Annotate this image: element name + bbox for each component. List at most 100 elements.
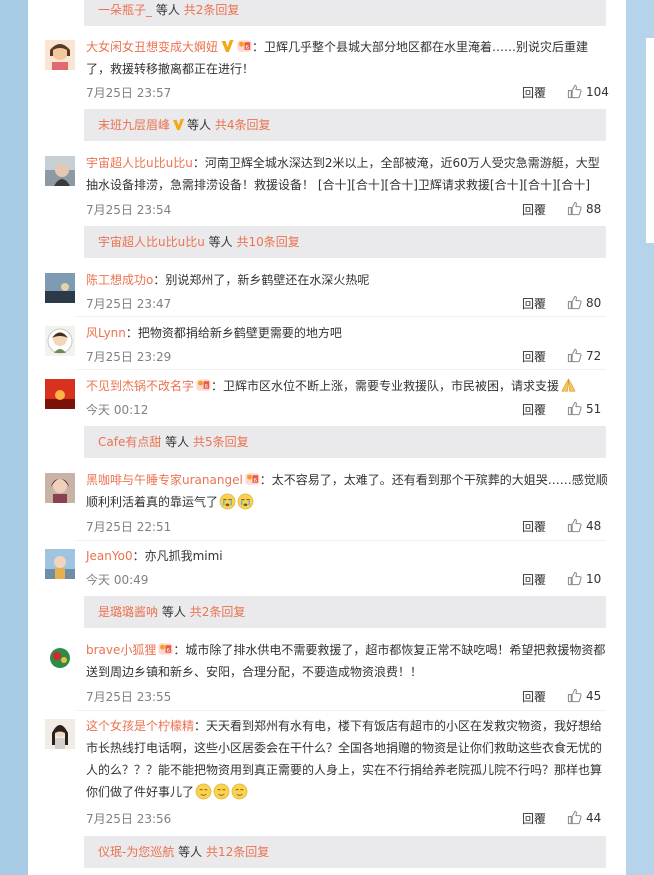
comment-item: 黑咖啡与午睡专家uranangel ：太不容易了，太难了。还有看到那个干殡葬的大姐… xyxy=(28,470,626,540)
comment-username[interactable]: 黑咖啡与午睡专家uranangel xyxy=(86,473,243,487)
reply-count-link[interactable]: 共4条回复 xyxy=(215,118,271,132)
comment-text: 陈工想成功o：别说郑州了，新乡鹤壁还在水深火热呢 xyxy=(86,269,610,291)
smile-emoji-icon xyxy=(213,783,230,800)
fan-badge-icon xyxy=(158,642,173,656)
comment-body: ：把物资都捐给新乡鹤壁更需要的地方吧 xyxy=(125,326,342,340)
like-button[interactable]: 104 xyxy=(567,84,609,99)
like-count: 48 xyxy=(586,519,602,533)
like-button[interactable]: 10 xyxy=(567,571,601,586)
divider xyxy=(76,369,606,370)
reply-thread-summary[interactable]: 宇宙超人比u比u比u 等人 共10条回复 xyxy=(84,226,606,258)
pray-emoji-icon xyxy=(560,377,577,394)
side-panel-edge xyxy=(646,38,654,243)
reply-button[interactable]: 回覆 xyxy=(522,810,546,827)
comment-text: 不见到杰锅不改名字 ：卫辉市区水位不断上涨，需要专业救援队，市民被困，请求支援 xyxy=(86,375,610,397)
comment-item: 这个女孩是个柠檬精：天天看到郑州有水有电，楼下有饭店有超市的小区在发救灾物资，我… xyxy=(28,716,626,832)
avatar[interactable] xyxy=(45,273,75,303)
divider xyxy=(76,710,606,711)
smile-emoji-icon xyxy=(231,783,248,800)
comment-time: 今天 00:49 xyxy=(86,573,149,587)
reply-user-link[interactable]: Cafe有点甜 xyxy=(98,435,161,449)
like-count: 51 xyxy=(586,402,602,416)
reply-thread-summary[interactable]: 是璐璐酱呐 等人 共2条回复 xyxy=(84,596,606,628)
avatar[interactable] xyxy=(45,326,75,356)
comment-item: 陈工想成功o：别说郑州了，新乡鹤壁还在水深火热呢 7月25日 23:47 回覆 … xyxy=(28,270,626,316)
comment-time: 7月25日 23:56 xyxy=(86,812,172,826)
comment-username[interactable]: JeanYo0 xyxy=(86,549,133,563)
reply-others-label: 等人 xyxy=(155,3,180,17)
avatar[interactable] xyxy=(45,156,75,186)
thumb-up-icon xyxy=(567,201,582,216)
thumb-up-icon xyxy=(567,518,582,533)
divider xyxy=(76,316,606,317)
reply-user-link[interactable]: 宇宙超人比u比u比u xyxy=(98,235,205,249)
comment-username[interactable]: 大女闲女丑想变成大婀妞 xyxy=(86,40,218,54)
reply-button[interactable]: 回覆 xyxy=(522,688,546,705)
reply-button[interactable]: 回覆 xyxy=(522,571,546,588)
reply-thread-summary[interactable]: 一朵瓶子_ 等人 共2条回复 xyxy=(84,0,606,26)
avatar[interactable] xyxy=(45,40,75,70)
comment-time: 7月25日 22:51 xyxy=(86,520,172,534)
thumb-up-icon xyxy=(567,401,582,416)
reply-count-link[interactable]: 共12条回复 xyxy=(206,845,269,859)
comment-username[interactable]: 不见到杰锅不改名字 xyxy=(86,379,194,393)
like-button[interactable]: 44 xyxy=(567,810,601,825)
comment-text: 大女闲女丑想变成大婀妞 ：卫辉几乎整个县城大部分地区都在水里淹着……别说灾后重建了… xyxy=(86,36,610,80)
crying-emoji-icon xyxy=(237,493,254,510)
like-button[interactable]: 51 xyxy=(567,401,601,416)
like-button[interactable]: 45 xyxy=(567,688,601,703)
fan-badge-icon xyxy=(237,39,252,53)
comment-text: 黑咖啡与午睡专家uranangel ：太不容易了，太难了。还有看到那个干殡葬的大姐… xyxy=(86,469,610,513)
fan-badge-icon xyxy=(196,378,211,392)
divider xyxy=(76,540,606,541)
reply-button[interactable]: 回覆 xyxy=(522,201,546,218)
comment-time: 7月25日 23:55 xyxy=(86,690,172,704)
like-button[interactable]: 88 xyxy=(567,201,601,216)
comment-username[interactable]: 风Lynn xyxy=(86,326,126,340)
comment-username[interactable]: 陈工想成功o xyxy=(86,273,153,287)
comment-username[interactable]: brave小狐狸 xyxy=(86,643,156,657)
reply-button[interactable]: 回覆 xyxy=(522,84,546,101)
thumb-up-icon xyxy=(567,348,582,363)
comment-body: ：亦凡抓我mimi xyxy=(132,549,223,563)
comment-item: JeanYo0：亦凡抓我mimi 今天 00:49 回覆 10 xyxy=(28,546,626,592)
like-count: 88 xyxy=(586,202,602,216)
avatar[interactable] xyxy=(45,473,75,503)
comment-time: 7月25日 23:47 xyxy=(86,297,172,311)
reply-count-link[interactable]: 共2条回复 xyxy=(184,3,240,17)
thumb-up-icon xyxy=(567,571,582,586)
reply-button[interactable]: 回覆 xyxy=(522,295,546,312)
reply-button[interactable]: 回覆 xyxy=(522,348,546,365)
reply-user-link[interactable]: 仪珉-为您巡航 xyxy=(98,845,174,859)
comment-text: 这个女孩是个柠檬精：天天看到郑州有水有电，楼下有饭店有超市的小区在发救灾物资，我… xyxy=(86,715,610,803)
reply-thread-summary[interactable]: 末班九层眉峰 等人 共4条回复 xyxy=(84,109,606,141)
comment-item: 不见到杰锅不改名字 ：卫辉市区水位不断上涨，需要专业救援队，市民被困，请求支援 今… xyxy=(28,376,626,422)
reply-count-link[interactable]: 共10条回复 xyxy=(237,235,300,249)
reply-user-link[interactable]: 是璐璐酱呐 xyxy=(98,605,158,619)
reply-user-link[interactable]: 一朵瓶子_ xyxy=(98,3,152,17)
like-button[interactable]: 48 xyxy=(567,518,601,533)
reply-user-link[interactable]: 末班九层眉峰 xyxy=(98,118,170,132)
comment-username[interactable]: 这个女孩是个柠檬精 xyxy=(86,719,194,733)
reply-button[interactable]: 回覆 xyxy=(522,401,546,418)
comment-item: brave小狐狸 ：城市除了排水供电不需要救援了，超市都恢复正常不缺吃喝！希望把救… xyxy=(28,640,626,710)
reply-count-link[interactable]: 共5条回复 xyxy=(193,435,249,449)
avatar[interactable] xyxy=(45,379,75,409)
reply-count-link[interactable]: 共2条回复 xyxy=(190,605,246,619)
avatar[interactable] xyxy=(45,549,75,579)
like-button[interactable]: 72 xyxy=(567,348,601,363)
comment-text: 宇宙超人比u比u比u：河南卫辉全城水深达到2米以上，全部被淹，近60万人受灾急需… xyxy=(86,152,610,196)
reply-others-label: 等人 xyxy=(161,605,186,619)
reply-button[interactable]: 回覆 xyxy=(522,518,546,535)
comment-text: 风Lynn：把物资都捐给新乡鹤壁更需要的地方吧 xyxy=(86,322,610,344)
comment-item: 宇宙超人比u比u比u：河南卫辉全城水深达到2米以上，全部被淹，近60万人受灾急需… xyxy=(28,153,626,223)
comment-body: ：别说郑州了，新乡鹤壁还在水深火热呢 xyxy=(153,273,370,287)
avatar[interactable] xyxy=(45,643,75,673)
like-button[interactable]: 80 xyxy=(567,295,601,310)
avatar[interactable] xyxy=(45,719,75,749)
reply-thread-summary[interactable]: 仪珉-为您巡航 等人 共12条回复 xyxy=(84,836,606,868)
comment-username[interactable]: 宇宙超人比u比u比u xyxy=(86,156,193,170)
thumb-up-icon xyxy=(567,688,582,703)
reply-others-label: 等人 xyxy=(208,235,233,249)
reply-thread-summary[interactable]: Cafe有点甜 等人 共5条回复 xyxy=(84,426,606,458)
